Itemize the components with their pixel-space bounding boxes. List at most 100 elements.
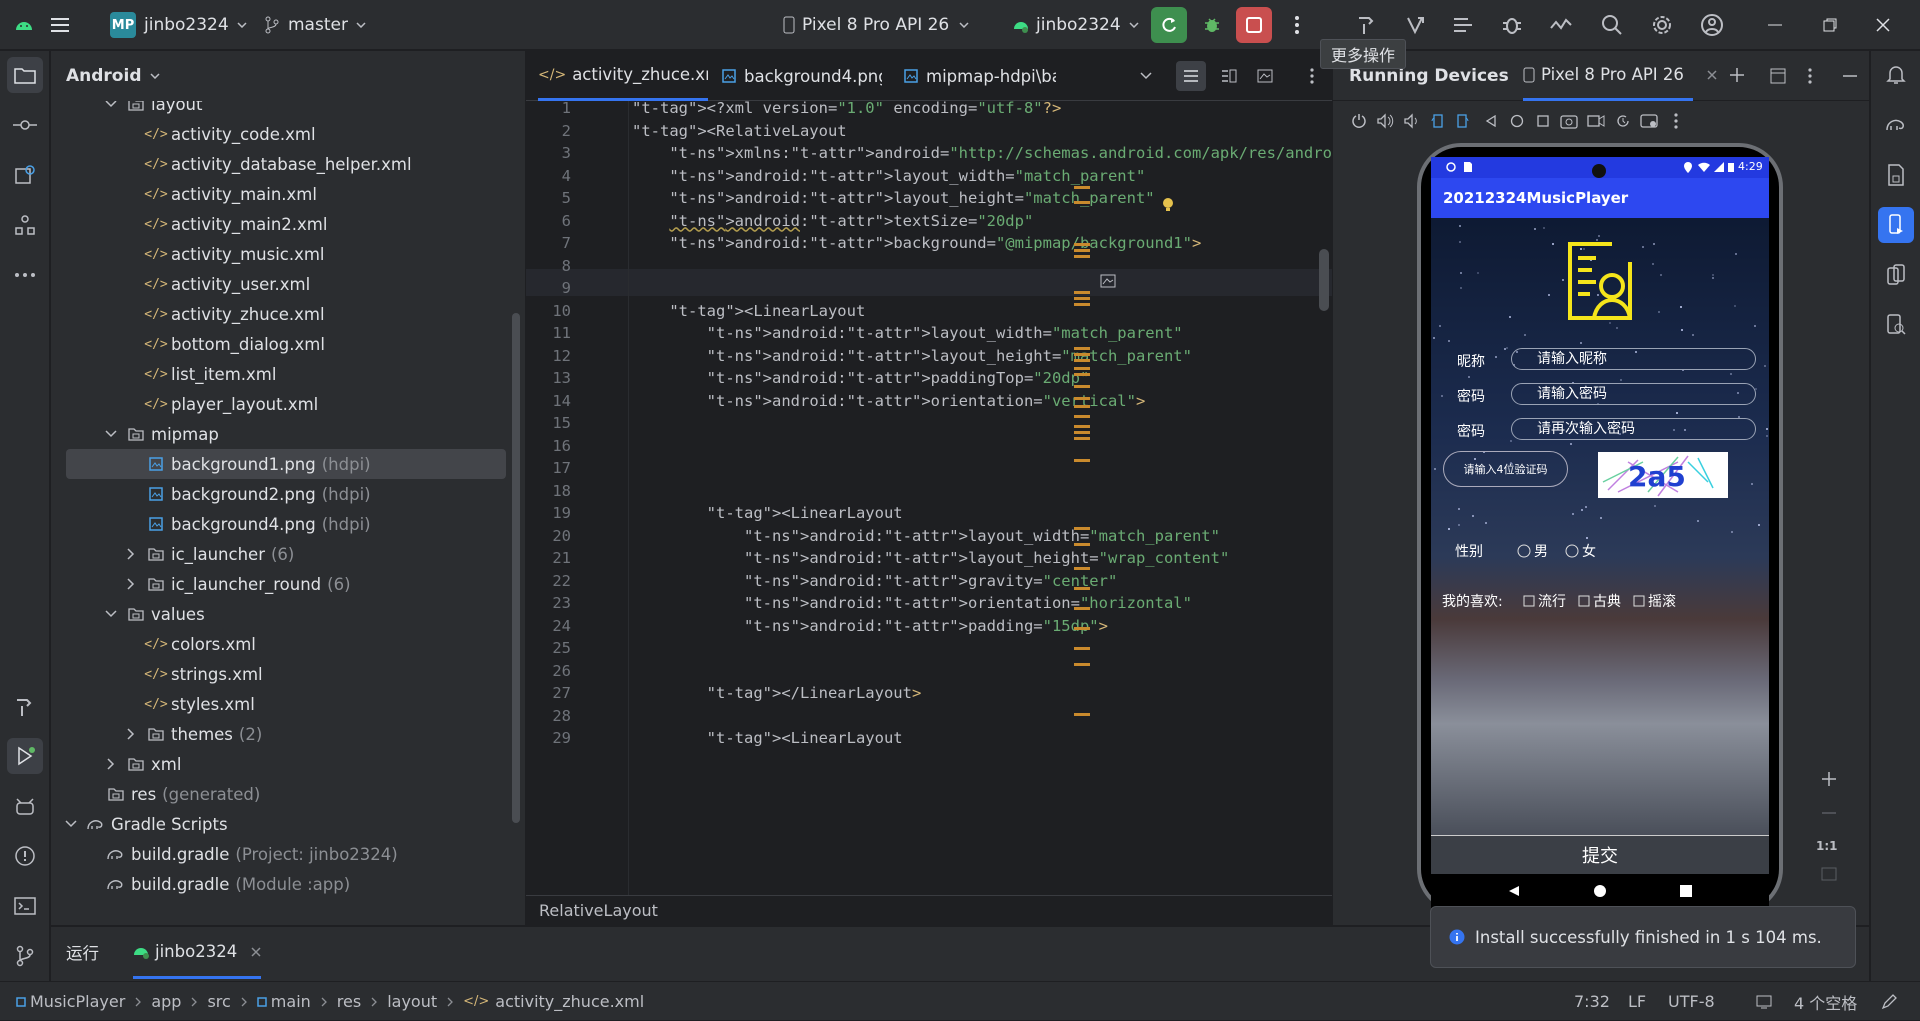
tree-item[interactable]: ic_launcher (6) — [51, 539, 506, 569]
captcha-input[interactable]: 请输入4位验证码 — [1443, 451, 1568, 487]
tree-item[interactable]: build.gradle (Project: jinbo2324) — [51, 839, 506, 869]
volume-up-icon[interactable] — [1373, 109, 1397, 133]
warning-marker[interactable] — [1074, 186, 1090, 189]
chevron-down-icon[interactable] — [63, 816, 79, 832]
tree-item[interactable]: </> colors.xml — [51, 629, 506, 659]
tree-item[interactable]: ic_launcher_round (6) — [51, 569, 506, 599]
warning-marker[interactable] — [1074, 303, 1090, 306]
attach-debugger-icon[interactable] — [1497, 0, 1527, 50]
code-line[interactable]: "t-tag"><LinearLayout — [632, 725, 903, 752]
rotate-left-icon[interactable] — [1425, 109, 1449, 133]
tree-item[interactable]: background4.png (hdpi) — [51, 509, 506, 539]
confirm-password-input[interactable]: 请再次输入密码 — [1511, 418, 1756, 440]
editor-more-icon[interactable] — [1302, 51, 1322, 101]
minimize-icon[interactable] — [1760, 0, 1790, 50]
image-preview-icon[interactable] — [1100, 274, 1116, 288]
warning-marker[interactable] — [1074, 359, 1090, 362]
run-config-tab[interactable]: jinbo2324 — [133, 927, 262, 979]
tree-item[interactable]: </> bottom_dialog.xml — [51, 329, 506, 359]
code-line[interactable]: "t-tag"></LinearLayout> — [632, 680, 922, 707]
nav-back-icon[interactable] — [1508, 885, 1520, 897]
notifications-bell-icon[interactable] — [1878, 57, 1914, 93]
tree-item[interactable]: </> styles.xml — [51, 689, 506, 719]
code-line[interactable]: "t-ns">android:"t-attr">background="@mip… — [632, 230, 1201, 257]
account-icon[interactable] — [1697, 0, 1727, 50]
password-input[interactable]: 请输入密码 — [1511, 383, 1756, 405]
close-tab-icon[interactable] — [1707, 70, 1717, 80]
run-tool-icon[interactable] — [7, 738, 43, 774]
path-segment[interactable]: app — [151, 992, 181, 1011]
memory-edit-icon[interactable] — [1881, 982, 1897, 1021]
warning-marker[interactable] — [1074, 437, 1090, 440]
radio-female[interactable] — [1565, 544, 1579, 558]
overview-icon[interactable] — [1531, 109, 1555, 133]
tab-mipmap-hdpi[interactable]: mipmap-hdpi\bac — [904, 51, 1056, 101]
chevron-right-icon[interactable] — [123, 726, 139, 742]
project-switcher[interactable]: MP jinbo2324 — [110, 0, 247, 50]
chevron-right-icon[interactable] — [123, 546, 139, 562]
commit-icon[interactable] — [7, 107, 43, 143]
submit-button[interactable]: 提交 — [1431, 836, 1769, 874]
problems-icon[interactable] — [7, 838, 43, 874]
path-segment[interactable]: layout — [387, 992, 437, 1011]
main-menu-icon[interactable] — [50, 0, 70, 50]
zoom-out-icon[interactable] — [1821, 812, 1837, 814]
warning-marker[interactable] — [1074, 647, 1090, 650]
tree-item[interactable]: </> list_item.xml — [51, 359, 506, 389]
design-view-icon[interactable] — [1250, 51, 1280, 101]
tree-item[interactable]: </> activity_zhuce.xml — [51, 299, 506, 329]
warning-marker[interactable] — [1074, 607, 1090, 610]
tree-item[interactable]: Gradle Scripts — [51, 809, 506, 839]
tree-item[interactable]: res (generated) — [51, 779, 506, 809]
stop-icon[interactable] — [1236, 7, 1272, 43]
radio-male[interactable] — [1517, 544, 1531, 558]
layout-panel-icon[interactable] — [1770, 68, 1786, 84]
tab-activity-zhuce[interactable]: </> activity_zhuce.xml — [538, 51, 708, 101]
warning-marker[interactable] — [1074, 415, 1090, 418]
project-scrollbar[interactable] — [512, 313, 520, 823]
warning-marker[interactable] — [1074, 255, 1090, 258]
chevron-right-icon[interactable] — [103, 756, 119, 772]
warning-marker[interactable] — [1074, 367, 1090, 370]
screen-record-icon[interactable] — [1584, 109, 1608, 133]
resource-manager-icon[interactable] — [7, 157, 43, 193]
install-notification[interactable]: Install successfully finished in 1 s 104… — [1430, 906, 1856, 968]
split-view-icon[interactable] — [1214, 51, 1244, 101]
tree-item[interactable]: build.gradle (Module :app) — [51, 869, 506, 899]
navigation-path[interactable]: MusicPlayer app src main res layout </> activit… — [16, 982, 644, 1021]
path-segment[interactable]: res — [337, 992, 361, 1011]
rotate-right-icon[interactable] — [1451, 109, 1475, 133]
snapshot-icon[interactable] — [1611, 109, 1635, 133]
volume-down-icon[interactable] — [1399, 109, 1423, 133]
path-segment[interactable]: main — [271, 992, 311, 1011]
branch-switcher[interactable]: master — [264, 0, 366, 50]
tree-item[interactable]: </> strings.xml — [51, 659, 506, 689]
app-inspection-icon[interactable] — [1878, 307, 1914, 343]
tab-pixel-device[interactable]: Pixel 8 Pro API 26 — [1523, 51, 1693, 101]
running-devices-icon[interactable] — [1878, 207, 1914, 243]
device-file-explorer-icon[interactable] — [1878, 157, 1914, 193]
tree-item[interactable]: </> activity_code.xml — [51, 119, 506, 149]
add-device-icon[interactable] — [1729, 67, 1745, 83]
settings-gear-icon[interactable] — [1647, 0, 1677, 50]
warning-marker[interactable] — [1074, 663, 1090, 666]
checkbox-classical[interactable] — [1578, 595, 1590, 607]
code-editor[interactable]: 1 "t-tag"><?xml version="1.0" encoding="u… — [526, 101, 1332, 895]
tree-item[interactable]: </> activity_main.xml — [51, 179, 506, 209]
warning-marker[interactable] — [1074, 431, 1090, 434]
more-actions-icon[interactable] — [1279, 7, 1315, 43]
path-segment[interactable]: activity_zhuce.xml — [495, 992, 644, 1011]
code-line[interactable]: "t-ns">android:"t-attr">padding="15dp"> — [632, 613, 1108, 640]
warning-marker[interactable] — [1074, 243, 1090, 246]
checkbox-pop[interactable] — [1523, 595, 1535, 607]
tree-item[interactable]: layout — [51, 101, 506, 119]
back-icon[interactable] — [1479, 109, 1503, 133]
profiler-icon[interactable] — [1546, 0, 1576, 50]
tree-item[interactable]: background1.png (hdpi) — [66, 449, 506, 479]
nav-home-icon[interactable] — [1593, 884, 1607, 898]
chevron-down-icon[interactable] — [103, 426, 119, 442]
sync-list-icon[interactable] — [1448, 0, 1478, 50]
nickname-input[interactable]: 请输入昵称 — [1511, 348, 1756, 370]
checkbox-rock[interactable] — [1633, 595, 1645, 607]
warning-marker[interactable] — [1074, 373, 1090, 376]
